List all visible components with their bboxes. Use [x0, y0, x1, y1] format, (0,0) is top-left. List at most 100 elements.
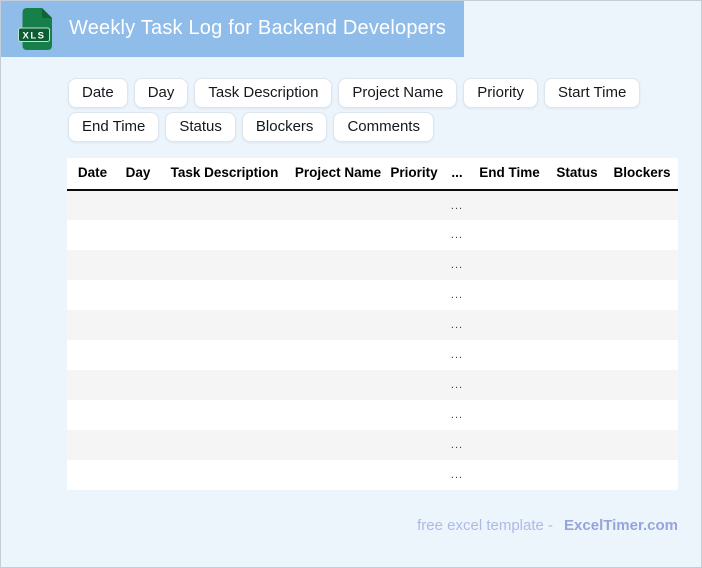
- column-header-project-name: Project Name: [291, 158, 385, 191]
- empty-cell: [606, 310, 678, 340]
- empty-cell: [548, 370, 606, 400]
- table-row: ...: [67, 370, 678, 400]
- table-body: ..............................: [67, 190, 678, 490]
- empty-cell: [471, 190, 548, 220]
- empty-cell: [385, 190, 443, 220]
- table-row: ...: [67, 280, 678, 310]
- empty-cell: [158, 340, 291, 370]
- empty-cell: [471, 250, 548, 280]
- empty-cell: [548, 400, 606, 430]
- empty-cell: [118, 340, 158, 370]
- field-chip-date[interactable]: Date: [68, 78, 128, 108]
- task-table: Date Day Task Description Project Name Prior…: [67, 158, 678, 490]
- collapsed-columns-cell: ...: [450, 229, 464, 241]
- collapsed-columns-cell: ...: [450, 469, 464, 481]
- empty-cell: [606, 220, 678, 250]
- empty-cell: [158, 280, 291, 310]
- empty-cell: [385, 460, 443, 490]
- xls-file-icon: XLS: [18, 7, 52, 50]
- field-chip-list: Date Day Task Description Project Name Prior…: [68, 78, 688, 142]
- empty-cell: [118, 310, 158, 340]
- field-chip-project-name[interactable]: Project Name: [338, 78, 458, 108]
- field-chip-start-time[interactable]: Start Time: [543, 78, 641, 108]
- empty-cell: [67, 400, 118, 430]
- empty-cell: [385, 430, 443, 460]
- empty-cell: [385, 370, 443, 400]
- empty-cell: [67, 370, 118, 400]
- table-row: ...: [67, 430, 678, 460]
- table-row: ...: [67, 340, 678, 370]
- page-title: Weekly Task Log for Backend Developers: [69, 17, 447, 39]
- empty-cell: [158, 430, 291, 460]
- column-header-task-description: Task Description: [158, 158, 291, 191]
- empty-cell: [548, 430, 606, 460]
- empty-cell: [67, 430, 118, 460]
- empty-cell: [291, 220, 385, 250]
- empty-cell: [118, 190, 158, 220]
- empty-cell: [118, 220, 158, 250]
- empty-cell: [67, 220, 118, 250]
- field-chip-priority[interactable]: Priority: [463, 78, 538, 108]
- field-chip-status[interactable]: Status: [165, 112, 236, 142]
- empty-cell: [291, 190, 385, 220]
- empty-cell: [548, 280, 606, 310]
- empty-cell: [471, 370, 548, 400]
- empty-cell: [606, 370, 678, 400]
- collapsed-columns-cell: ...: [450, 199, 464, 212]
- empty-cell: [471, 460, 548, 490]
- empty-cell: [548, 220, 606, 250]
- footer-brand-link[interactable]: ExcelTimer.com: [564, 517, 678, 534]
- empty-cell: [471, 310, 548, 340]
- empty-cell: [606, 430, 678, 460]
- empty-cell: [385, 400, 443, 430]
- empty-cell: [158, 310, 291, 340]
- footer-text: free excel template -: [417, 517, 554, 534]
- field-chip-comments[interactable]: Comments: [333, 112, 434, 142]
- table-row: ...: [67, 460, 678, 490]
- empty-cell: [291, 310, 385, 340]
- empty-cell: [118, 430, 158, 460]
- collapsed-columns-cell: ...: [450, 439, 464, 451]
- column-header-end-time: End Time: [471, 158, 548, 191]
- empty-cell: [118, 250, 158, 280]
- empty-cell: [606, 460, 678, 490]
- empty-cell: [471, 430, 548, 460]
- empty-cell: [385, 280, 443, 310]
- empty-cell: [606, 250, 678, 280]
- collapsed-columns-cell: ...: [450, 259, 464, 271]
- empty-cell: [291, 280, 385, 310]
- empty-cell: [291, 370, 385, 400]
- empty-cell: [385, 340, 443, 370]
- column-header-priority: Priority: [385, 158, 443, 191]
- empty-cell: [471, 340, 548, 370]
- table-row: ...: [67, 400, 678, 430]
- empty-cell: [548, 310, 606, 340]
- empty-cell: [606, 400, 678, 430]
- collapsed-columns-cell: ...: [450, 349, 464, 361]
- empty-cell: [548, 190, 606, 220]
- empty-cell: [158, 190, 291, 220]
- empty-cell: [385, 220, 443, 250]
- table-row: ...: [67, 310, 678, 340]
- empty-cell: [158, 400, 291, 430]
- collapsed-columns-cell: ...: [450, 289, 464, 301]
- empty-cell: [606, 340, 678, 370]
- empty-cell: [548, 340, 606, 370]
- field-chip-end-time[interactable]: End Time: [68, 112, 160, 142]
- column-header-status: Status: [548, 158, 606, 191]
- empty-cell: [385, 310, 443, 340]
- table-row: ...: [67, 220, 678, 250]
- field-chip-day[interactable]: Day: [133, 78, 189, 108]
- empty-cell: [158, 460, 291, 490]
- empty-cell: [548, 460, 606, 490]
- collapsed-columns-cell: ...: [450, 319, 464, 331]
- column-header-blockers: Blockers: [606, 158, 678, 191]
- empty-cell: [291, 250, 385, 280]
- table-row: ...: [67, 190, 678, 220]
- field-chip-task-description[interactable]: Task Description: [194, 78, 333, 108]
- field-chip-blockers[interactable]: Blockers: [241, 112, 328, 142]
- footer: free excel template - ExcelTimer.com: [417, 517, 678, 534]
- column-header-more: ...: [443, 158, 471, 191]
- empty-cell: [158, 220, 291, 250]
- empty-cell: [118, 370, 158, 400]
